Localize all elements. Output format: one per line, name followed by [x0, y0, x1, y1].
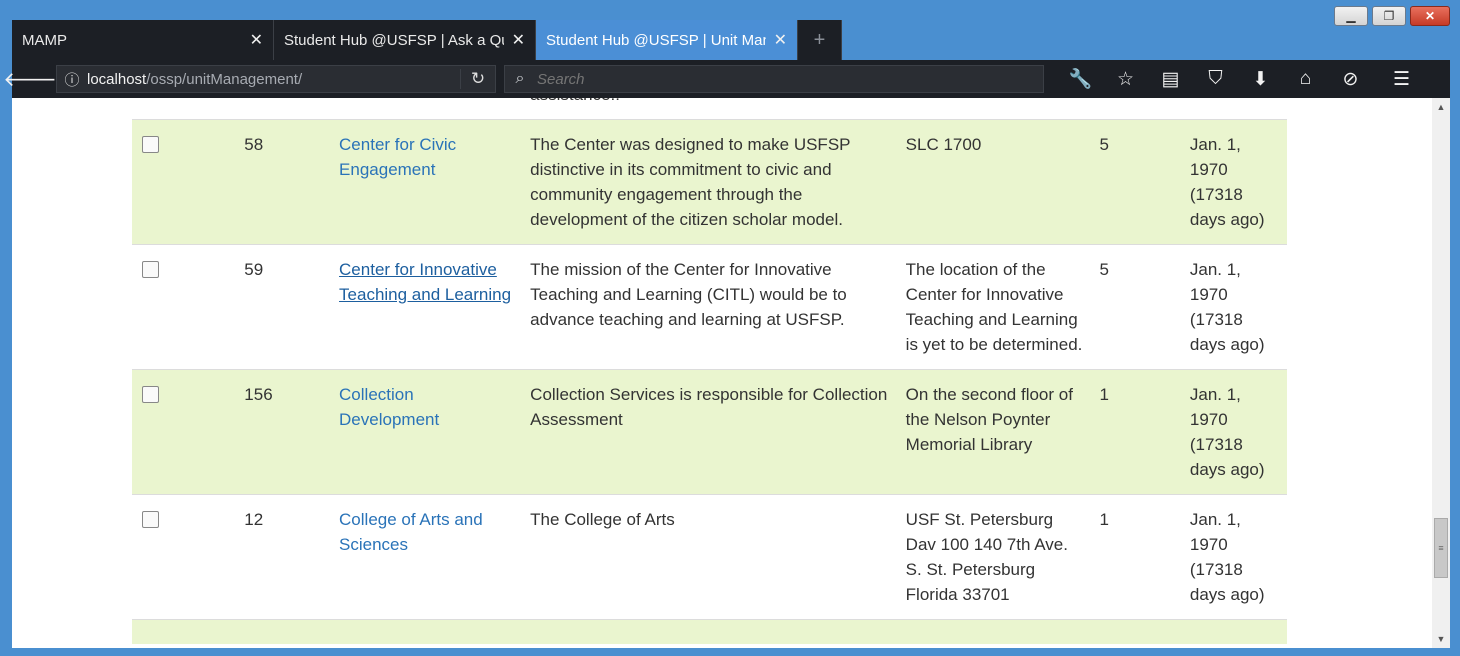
search-input[interactable] — [535, 69, 1043, 89]
location-cell: SLC 1700 — [897, 119, 1092, 245]
count-cell: 5 — [1091, 119, 1182, 245]
tab-label: Student Hub @USFSP | Ask a Que — [284, 31, 504, 49]
navigation-bar: 🡐 ⓘ localhost/ossp/unitManagement/ ↻ ⌕ 🔧… — [3, 60, 1450, 98]
date-cell: Jan. 1, 1970 (17318 days ago) — [1181, 494, 1287, 620]
description-cell: The College of Arts — [522, 494, 898, 620]
id-cell: 12 — [236, 494, 332, 620]
location-cell: The location of the Center for Innovativ… — [897, 244, 1092, 370]
location-cell: On the second floor of the Nelson Poynte… — [897, 369, 1092, 495]
table-row — [132, 619, 1287, 644]
info-icon[interactable]: ⓘ — [57, 69, 87, 90]
date-cell: Jan. 1, 1970 (17318 days ago) — [1181, 119, 1287, 245]
table-row: 58 Center for Civic Engagement The Cente… — [132, 119, 1287, 245]
hamburger-menu-icon[interactable]: ☰ — [1379, 60, 1424, 98]
table-row: 59 Center for Innovative Teaching and Le… — [132, 244, 1287, 370]
row-checkbox[interactable] — [142, 136, 159, 153]
description-cell: The Center was designed to make USFSP di… — [522, 119, 898, 245]
scrollbar-thumb[interactable]: ≡ — [1434, 518, 1448, 578]
location-cell: USF St. Petersburg Dav 100 140 7th Ave. … — [897, 494, 1092, 620]
reading-list-icon[interactable]: ▤ — [1148, 60, 1193, 98]
description-cell: assistance!! — [522, 98, 898, 120]
count-cell: 5 — [1091, 244, 1182, 370]
new-tab-button[interactable]: + — [798, 20, 842, 60]
row-checkbox[interactable] — [142, 386, 159, 403]
url-host: localhost — [87, 70, 147, 88]
close-tab-icon[interactable]: ✕ — [512, 30, 525, 50]
page-content: assistance!! 58 Center for Civic Engagem… — [12, 98, 1432, 648]
no-script-icon[interactable]: ⊘ — [1328, 60, 1373, 98]
date-cell: Jan. 1, 1970 (17318 days ago) — [1181, 244, 1287, 370]
table-row: assistance!! — [132, 98, 1287, 120]
bookmark-star-icon[interactable]: ☆ — [1103, 60, 1148, 98]
close-window-button[interactable]: ✕ — [1410, 6, 1450, 26]
back-arrow-icon[interactable]: 🡐 — [3, 60, 57, 98]
wrench-icon[interactable]: 🔧 — [1058, 60, 1103, 98]
date-cell: Jan. 1, 1970 (17318 days ago) — [1181, 369, 1287, 495]
unit-name-link[interactable]: Collection Development — [339, 385, 439, 429]
id-cell: 59 — [236, 244, 332, 370]
description-cell: Collection Services is responsible for C… — [522, 369, 898, 495]
reload-icon[interactable]: ↻ — [460, 69, 495, 89]
url-bar[interactable]: ⓘ localhost/ossp/unitManagement/ ↻ — [56, 65, 496, 93]
window-frame — [1450, 98, 1460, 648]
window-frame — [0, 648, 1460, 656]
vertical-scrollbar[interactable]: ▲ ≡ ▼ — [1432, 98, 1450, 648]
tab-ask-question[interactable]: Student Hub @USFSP | Ask a Que ✕ — [274, 20, 536, 60]
window-controls: ▁ ❐ ✕ — [1334, 6, 1450, 26]
url-path: /ossp/unitManagement/ — [146, 70, 303, 88]
count-cell: 1 — [1091, 369, 1182, 495]
pocket-icon[interactable]: ⛉ — [1193, 60, 1238, 98]
unit-name-link[interactable]: Center for Civic Engagement — [339, 135, 456, 179]
search-icon: ⌕ — [515, 70, 525, 87]
scroll-down-arrow-icon[interactable]: ▼ — [1432, 630, 1450, 648]
maximize-button[interactable]: ❐ — [1372, 6, 1406, 26]
browser-window: ▁ ❐ ✕ MAMP ✕ Student Hub @USFSP | Ask a … — [0, 0, 1460, 656]
download-arrow-icon[interactable]: ⬇ — [1238, 60, 1283, 98]
id-cell: 58 — [236, 119, 332, 245]
close-tab-icon[interactable]: ✕ — [774, 30, 787, 50]
tab-label: Student Hub @USFSP | Unit Mana — [546, 31, 766, 49]
minimize-button[interactable]: ▁ — [1334, 6, 1368, 26]
scroll-up-arrow-icon[interactable]: ▲ — [1432, 98, 1450, 116]
toolbar: 🔧 ☆ ▤ ⛉ ⬇ ⌂ ⊘ ☰ — [1058, 60, 1424, 98]
description-cell: The mission of the Center for Innovative… — [522, 244, 898, 370]
search-bar[interactable]: ⌕ — [504, 65, 1044, 93]
unit-table: assistance!! 58 Center for Civic Engagem… — [132, 98, 1287, 644]
table-row: 12 College of Arts and Sciences The Coll… — [132, 494, 1287, 620]
count-cell: 1 — [1091, 494, 1182, 620]
tab-label: MAMP — [22, 31, 67, 49]
unit-name-link[interactable]: College of Arts and Sciences — [339, 510, 483, 554]
unit-name-link[interactable]: Center for Innovative Teaching and Learn… — [339, 260, 511, 304]
home-icon[interactable]: ⌂ — [1283, 60, 1328, 98]
url-text[interactable]: localhost/ossp/unitManagement/ — [87, 71, 460, 88]
row-checkbox[interactable] — [142, 511, 159, 528]
table-row: 156 Collection Development Collection Se… — [132, 369, 1287, 495]
row-checkbox[interactable] — [142, 261, 159, 278]
close-tab-icon[interactable]: ✕ — [250, 30, 263, 50]
id-cell: 156 — [236, 369, 332, 495]
window-frame — [0, 98, 12, 648]
tab-unit-management[interactable]: Student Hub @USFSP | Unit Mana ✕ — [536, 20, 798, 60]
tab-mamp[interactable]: MAMP ✕ — [12, 20, 274, 60]
tab-strip: MAMP ✕ Student Hub @USFSP | Ask a Que ✕ … — [12, 20, 842, 60]
